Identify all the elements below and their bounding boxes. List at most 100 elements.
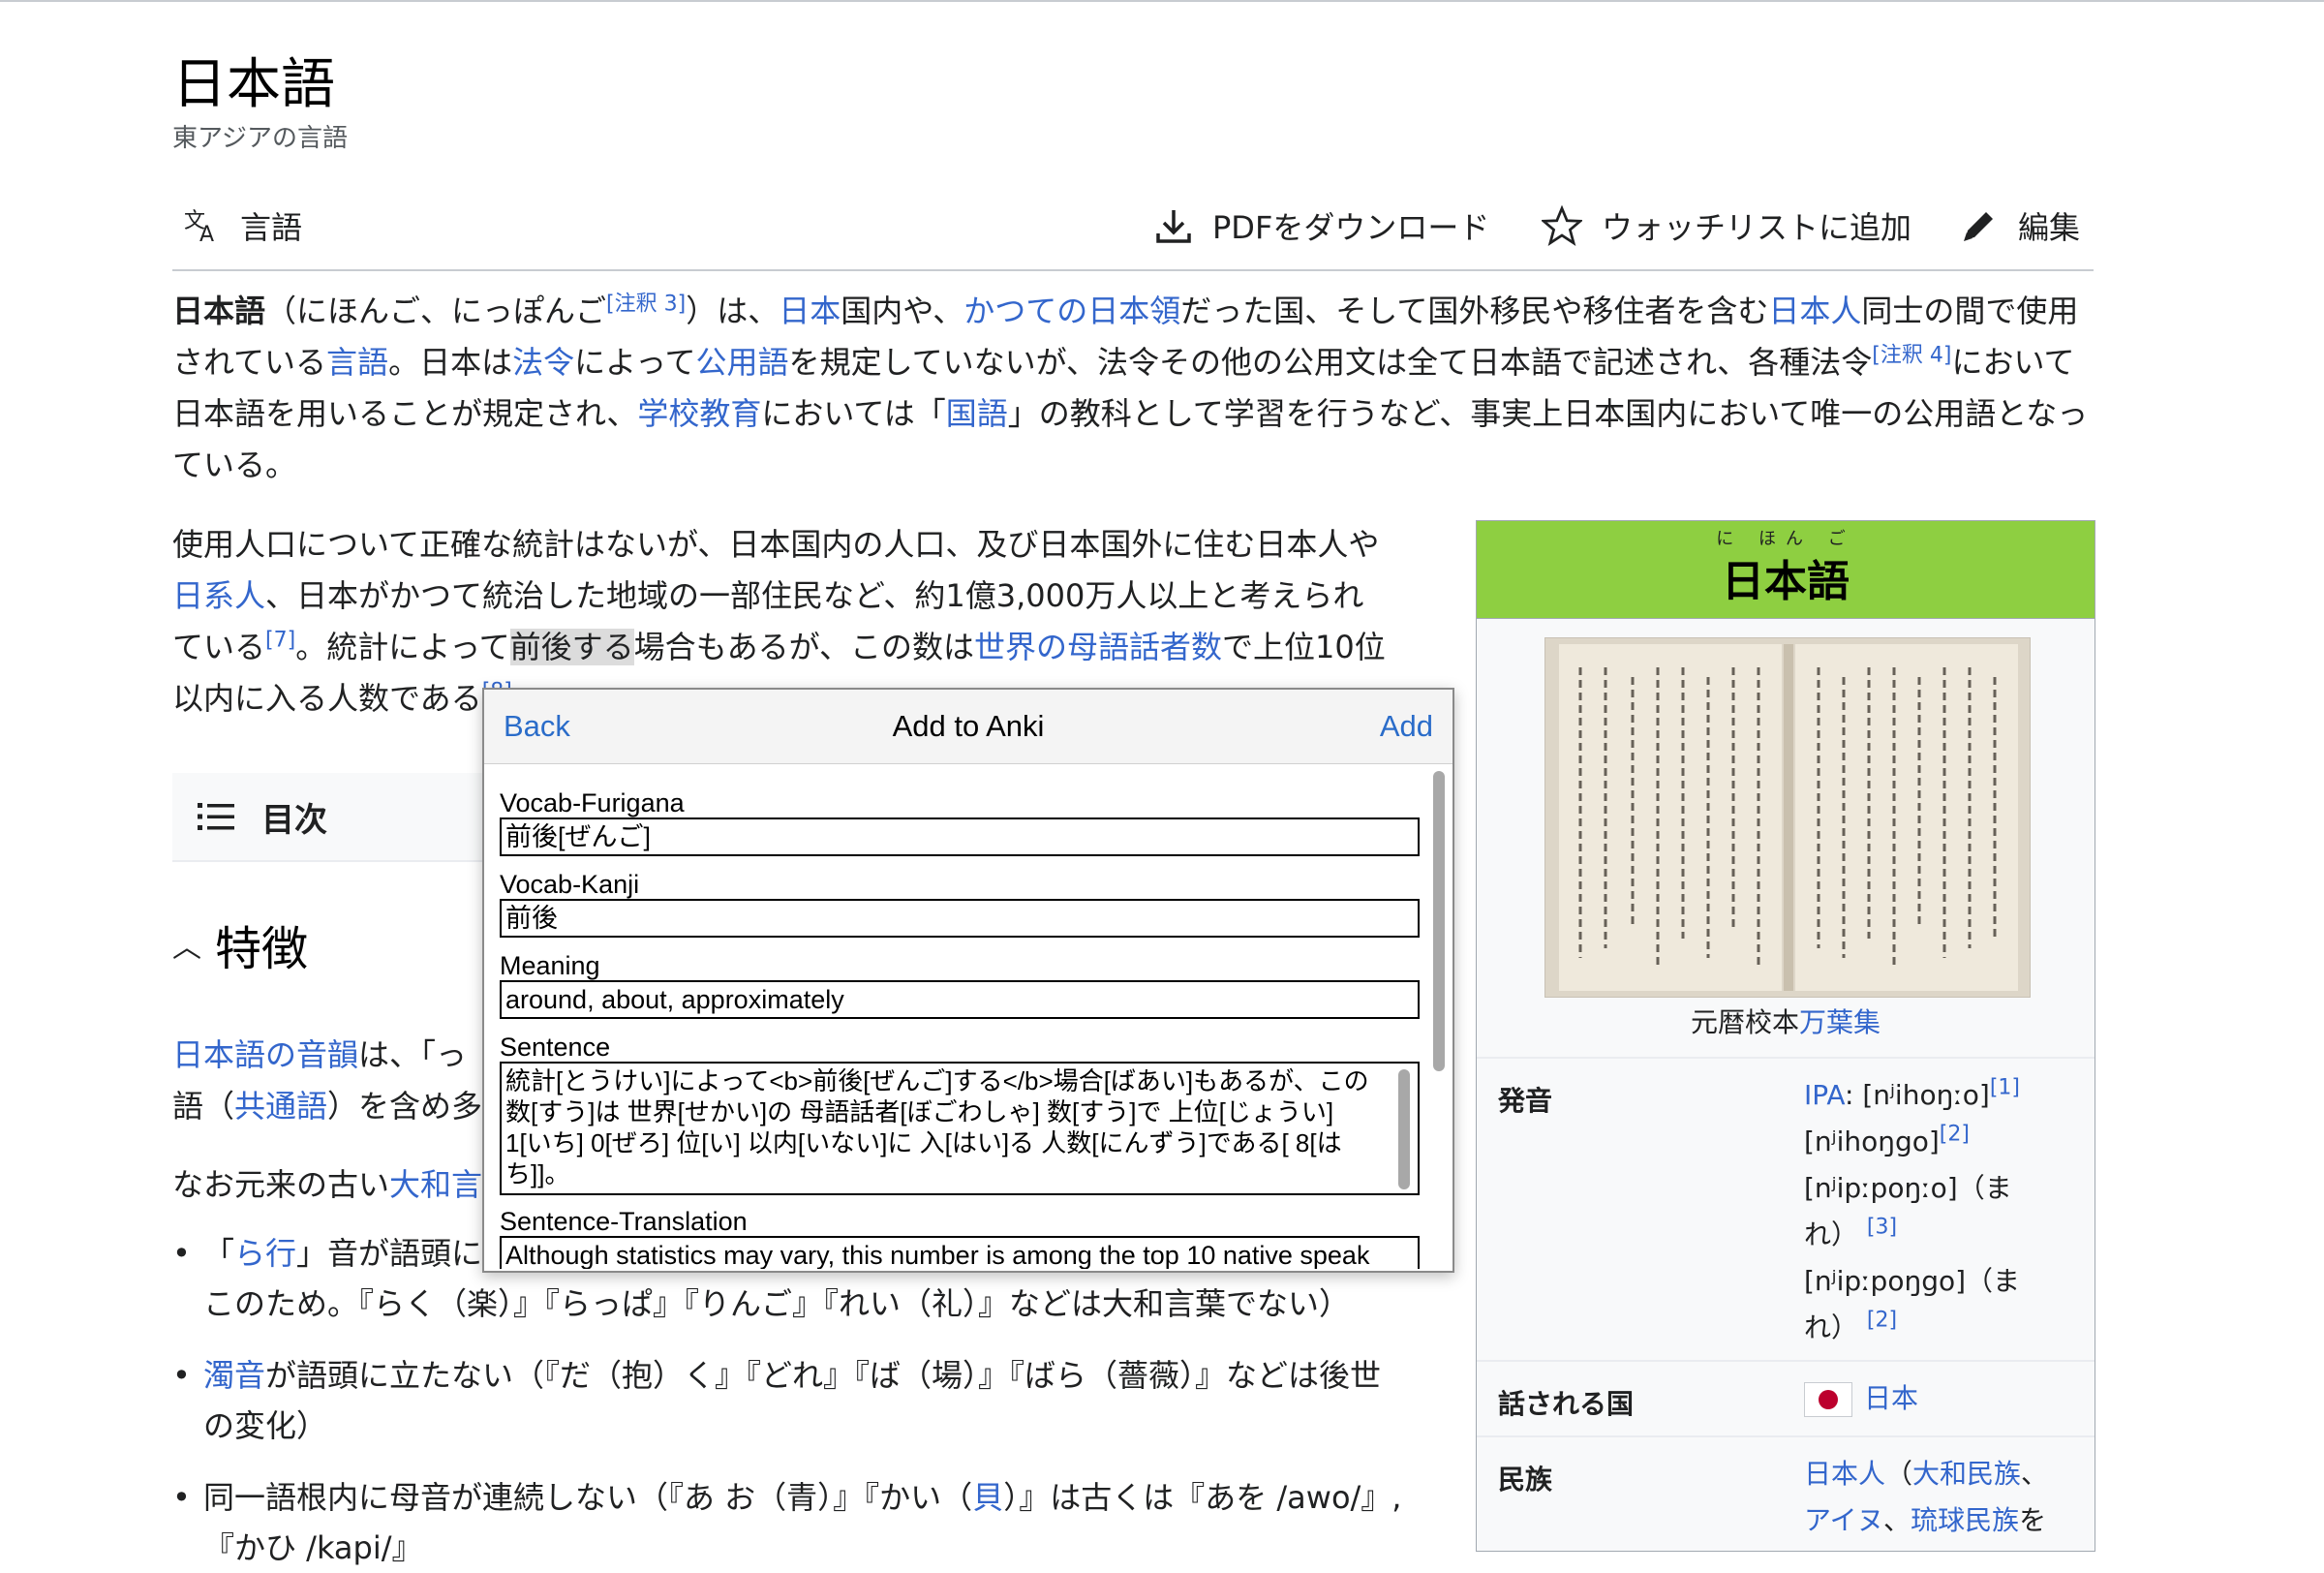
ipa-text: : [nʲihoŋːo]	[1845, 1079, 1990, 1111]
link-language[interactable]: 言語	[326, 344, 388, 381]
reference-link[interactable]: [1]	[1990, 1076, 2020, 1100]
table-of-contents-button[interactable]: 目次	[172, 773, 502, 862]
pronunciation-label: 発音	[1498, 1085, 1553, 1117]
sentence-translation-label: Sentence-Translation	[500, 1207, 748, 1236]
toc-label: 目次	[261, 800, 327, 840]
edit-label: 編集	[2018, 209, 2081, 246]
bullet-icon: •	[172, 1235, 191, 1272]
intro-text: を規定していないが、法令その他の公用文は全て日本語で記述され、各種法令	[788, 344, 1873, 381]
pronunciation-value: IPA: [nʲihoŋːo][1] [nʲihoŋgo][2] [nʲipːp…	[1804, 1072, 2085, 1351]
intro-text: 。日本は	[388, 344, 513, 381]
bullet-icon: •	[172, 1357, 191, 1394]
add-button[interactable]: Add	[1380, 709, 1433, 744]
star-icon	[1542, 205, 1582, 246]
link-manyoshu[interactable]: 万葉集	[1799, 1006, 1881, 1038]
reference-link[interactable]: [2]	[1940, 1123, 1970, 1147]
intro-text: によって	[574, 344, 696, 381]
intro-paragraph: 日本語（にほんご、にっぽんご[注釈 3]）は、日本国内や、かつての日本領だった国…	[172, 286, 2099, 491]
infobox-header: に ほん ご 日本語	[1477, 521, 2095, 619]
link-official-language[interactable]: 公用語	[696, 344, 789, 381]
section-paragraph: 日本語の音韻は、「っ 語（共通語）を含め多	[172, 1030, 492, 1132]
infobox-row-country: 話される国 日本	[1477, 1360, 2095, 1435]
anki-popup-header: Back Add to Anki Add	[484, 690, 1452, 764]
ipa-text: [nʲihoŋgo]	[1804, 1126, 1940, 1157]
link-japanese-people[interactable]: 日本人	[1768, 293, 1861, 329]
anki-form: Vocab-Furigana 前後[ぜんご] Vocab-Kanji 前後 Me…	[484, 765, 1452, 1269]
link-ryukyuan[interactable]: 琉球民族	[1911, 1504, 2019, 1536]
selected-word-highlight[interactable]: 前後する	[509, 629, 634, 665]
link-ipa[interactable]: IPA	[1804, 1079, 1845, 1111]
reference-link[interactable]: [2]	[1867, 1309, 1897, 1333]
ipa-text: れ）	[1804, 1311, 1859, 1343]
sentence-text: 統計[とうけい]によって<b>前後[ぜんご]する</b>場合[ばあい]もあるが、…	[505, 1066, 1369, 1188]
link-yamato[interactable]: 大和民族	[1912, 1458, 2021, 1490]
section-heading[interactable]: ︿ 特徴	[172, 910, 308, 978]
sentence-scrollbar[interactable]	[1398, 1069, 1410, 1189]
page-title: 日本語	[172, 55, 335, 115]
ethnic-text: 、	[2021, 1458, 2049, 1490]
vocab-furigana-field[interactable]: 前後[ぜんご]	[500, 817, 1420, 856]
bullet-text: が語頭に立たない（『だ（抱）く』『どれ』『ば（場）』『ばら（薔薇）』などは後世	[265, 1357, 1382, 1394]
link-ainu[interactable]: アイヌ	[1804, 1504, 1883, 1536]
section-text: なお元来の古い	[172, 1166, 390, 1203]
intro-text: においては「	[761, 395, 946, 432]
country-value: 日本	[1804, 1375, 1918, 1422]
footnote-link[interactable]: [注釈 4]	[1872, 343, 1951, 367]
infobox-row-pronunciation: 発音 IPA: [nʲihoŋːo][1] [nʲihoŋgo][2] [nʲi…	[1477, 1057, 2095, 1359]
caption-text: 元暦校本	[1690, 1006, 1799, 1038]
link-japan-country[interactable]: 日本	[1864, 1382, 1918, 1414]
vocab-kanji-field[interactable]: 前後	[500, 899, 1420, 938]
link-japan[interactable]: 日本	[779, 293, 841, 329]
link-native-speakers[interactable]: 世界の母語話者数	[974, 629, 1222, 665]
link-common-language[interactable]: 共通語	[234, 1088, 327, 1125]
vocab-furigana-label: Vocab-Furigana	[500, 788, 685, 817]
bullet-text: 「	[203, 1235, 235, 1272]
pencil-icon	[1964, 212, 1993, 241]
population-text: 場合もあるが、この数は	[633, 629, 975, 665]
bullet-icon: •	[172, 1479, 191, 1516]
ethnic-text: を	[2019, 1504, 2047, 1536]
link-kai[interactable]: 貝	[972, 1479, 1003, 1516]
image-caption: 元暦校本万葉集	[1477, 1002, 2095, 1040]
ipa-text: [nʲipːpoŋgo]（ま	[1804, 1265, 2021, 1297]
edit-button[interactable]: 編集	[1960, 201, 2080, 250]
bullet-text: ）』は古くは『あを /awo/』,	[1003, 1479, 1402, 1516]
sentence-translation-field[interactable]: Although statistics may vary, this numbe…	[500, 1236, 1420, 1269]
section-paragraph-2: なお元来の古い大和言	[172, 1160, 492, 1205]
translate-icon: 文A	[184, 209, 214, 245]
link-law[interactable]: 法令	[512, 344, 574, 381]
intro-text: 国内や、	[841, 293, 964, 329]
reference-link[interactable]: [3]	[1867, 1216, 1897, 1240]
manuscript-image[interactable]	[1544, 637, 2031, 998]
language-button[interactable]: 文A 言語	[182, 201, 302, 250]
anki-popup: Back Add to Anki Add Vocab-Furigana 前後[ぜ…	[482, 688, 1454, 1273]
link-kokugo[interactable]: 国語	[946, 395, 1008, 432]
bullet-text: 」音が語頭に	[296, 1235, 483, 1272]
bullet-text: 『かひ /kapi/』	[203, 1529, 423, 1566]
meaning-label: Meaning	[500, 951, 600, 980]
intro-text: ）は、	[686, 293, 780, 329]
ethnicity-value: 日本人（大和民族、 アイヌ、琉球民族を	[1804, 1451, 2085, 1544]
link-ra-row[interactable]: ら行	[234, 1235, 296, 1272]
footnote-link[interactable]: [注釈 3]	[606, 292, 686, 316]
language-label: 言語	[240, 209, 303, 246]
link-japanese-ethnic[interactable]: 日本人	[1804, 1458, 1885, 1490]
meaning-field[interactable]: around, about, approximately	[500, 980, 1420, 1019]
link-former-territory[interactable]: かつての日本領	[963, 293, 1180, 329]
link-school-education[interactable]: 学校教育	[637, 395, 761, 432]
link-dakuon[interactable]: 濁音	[203, 1357, 265, 1394]
popup-scrollbar[interactable]	[1433, 771, 1445, 1071]
reference-link[interactable]: [7]	[265, 628, 295, 652]
download-pdf-button[interactable]: PDFをダウンロード	[1154, 201, 1489, 250]
link-nikkei[interactable]: 日系人	[172, 577, 265, 614]
link-yamato-kotoba[interactable]: 大和言	[389, 1166, 482, 1203]
page-toolbar: 文A 言語 PDFをダウンロード ウォッチリストに追加 編集	[172, 184, 2094, 271]
download-icon	[1156, 210, 1191, 243]
section-text: は、「っ	[358, 1036, 468, 1073]
sentence-textarea[interactable]: 統計[とうけい]によって<b>前後[ぜんご]する</b>場合[ばあい]もあるが、…	[500, 1062, 1420, 1195]
section-text: ）を含め多	[327, 1088, 483, 1125]
watchlist-button[interactable]: ウォッチリストに追加	[1542, 201, 1911, 250]
country-label: 話される国	[1498, 1388, 1635, 1420]
link-phonology[interactable]: 日本語の音韻	[172, 1036, 358, 1073]
section-heading-text: 特徴	[215, 924, 309, 975]
